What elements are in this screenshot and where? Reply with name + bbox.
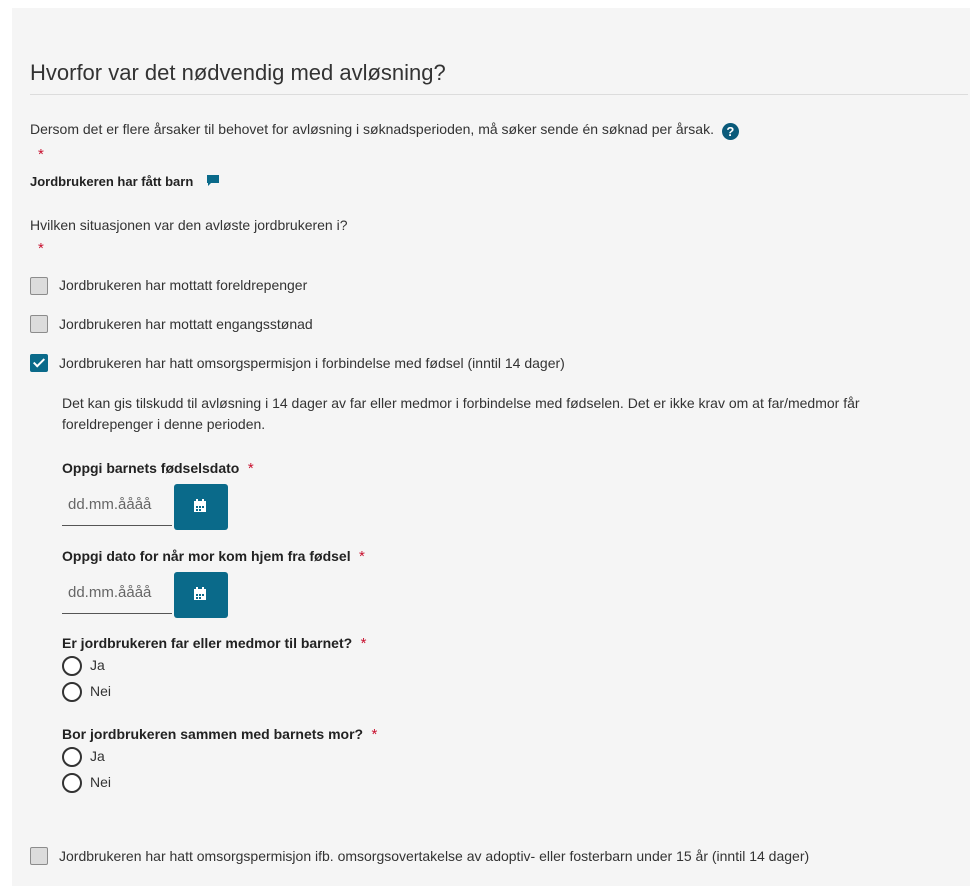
- checkbox-omsorgspermisjon-adopsjon[interactable]: [30, 847, 48, 865]
- required-marker: *: [38, 146, 44, 163]
- option-label-omsorgspermisjon-adopsjon[interactable]: Jordbrukeren har hatt omsorgspermisjon i…: [59, 848, 809, 864]
- reason-row: Jordbrukeren har fått barn: [30, 173, 220, 192]
- divider: [30, 94, 968, 95]
- required-marker: *: [359, 548, 365, 565]
- reason-label: Jordbrukeren har fått barn: [30, 174, 194, 189]
- required-marker: *: [360, 635, 367, 652]
- option-label-engangsstonad[interactable]: Jordbrukeren har mottatt engangsstønad: [59, 316, 313, 332]
- calendar-icon: [194, 499, 206, 512]
- homecoming-calendar-button[interactable]: [174, 572, 228, 618]
- checkbox-omsorgspermisjon-fodsel[interactable]: [30, 354, 48, 372]
- required-marker: *: [247, 460, 254, 477]
- cohab-radio-ja[interactable]: [62, 747, 82, 767]
- father-question-label: Er jordbrukeren far eller medmor til bar…: [62, 635, 353, 651]
- section-title: Hvorfor var det nødvendig med avløsning?: [30, 60, 446, 85]
- father-radio-ja[interactable]: [62, 656, 82, 676]
- father-radio-nei[interactable]: [62, 682, 82, 702]
- required-marker: *: [38, 240, 44, 257]
- checkbox-foreldrepenger[interactable]: [30, 277, 48, 295]
- info-text-row: Dersom det er flere årsaker til behovet …: [30, 121, 739, 140]
- option-description: Det kan gis tilskudd til avløsning i 14 …: [62, 395, 860, 432]
- cohab-question-row: Bor jordbrukeren sammen med barnets mor?…: [62, 726, 377, 744]
- required-marker: *: [371, 726, 378, 743]
- homecoming-input[interactable]: dd.mm.åååå: [62, 572, 172, 614]
- situation-question: Hvilken situasjonen var den avløste jord…: [30, 217, 348, 233]
- homecoming-label-row: Oppgi dato for når mor kom hjem fra føds…: [62, 548, 365, 566]
- help-icon[interactable]: ?: [721, 123, 739, 140]
- birthdate-input[interactable]: dd.mm.åååå: [62, 484, 172, 526]
- father-question-row: Er jordbrukeren far eller medmor til bar…: [62, 635, 366, 653]
- father-radio-nei-label[interactable]: Nei: [90, 683, 111, 699]
- birthdate-label: Oppgi barnets fødselsdato: [62, 460, 240, 476]
- cohab-radio-ja-label[interactable]: Ja: [90, 748, 105, 764]
- cohab-radio-nei[interactable]: [62, 773, 82, 793]
- father-radio-ja-label[interactable]: Ja: [90, 657, 105, 673]
- calendar-icon: [194, 587, 206, 600]
- option-label-foreldrepenger[interactable]: Jordbrukeren har mottatt foreldrepenger: [59, 277, 307, 293]
- cohab-radio-nei-label[interactable]: Nei: [90, 774, 111, 790]
- info-text: Dersom det er flere årsaker til behovet …: [30, 121, 714, 137]
- birthdate-calendar-button[interactable]: [174, 484, 228, 530]
- checkbox-engangsstonad[interactable]: [30, 315, 48, 333]
- birthdate-label-row: Oppgi barnets fødselsdato *: [62, 460, 254, 478]
- homecoming-label: Oppgi dato for når mor kom hjem fra føds…: [62, 548, 351, 564]
- cohab-question-label: Bor jordbrukeren sammen med barnets mor?: [62, 726, 364, 742]
- comment-icon[interactable]: [206, 174, 220, 192]
- option-label-omsorgspermisjon-fodsel[interactable]: Jordbrukeren har hatt omsorgspermisjon i…: [59, 355, 565, 371]
